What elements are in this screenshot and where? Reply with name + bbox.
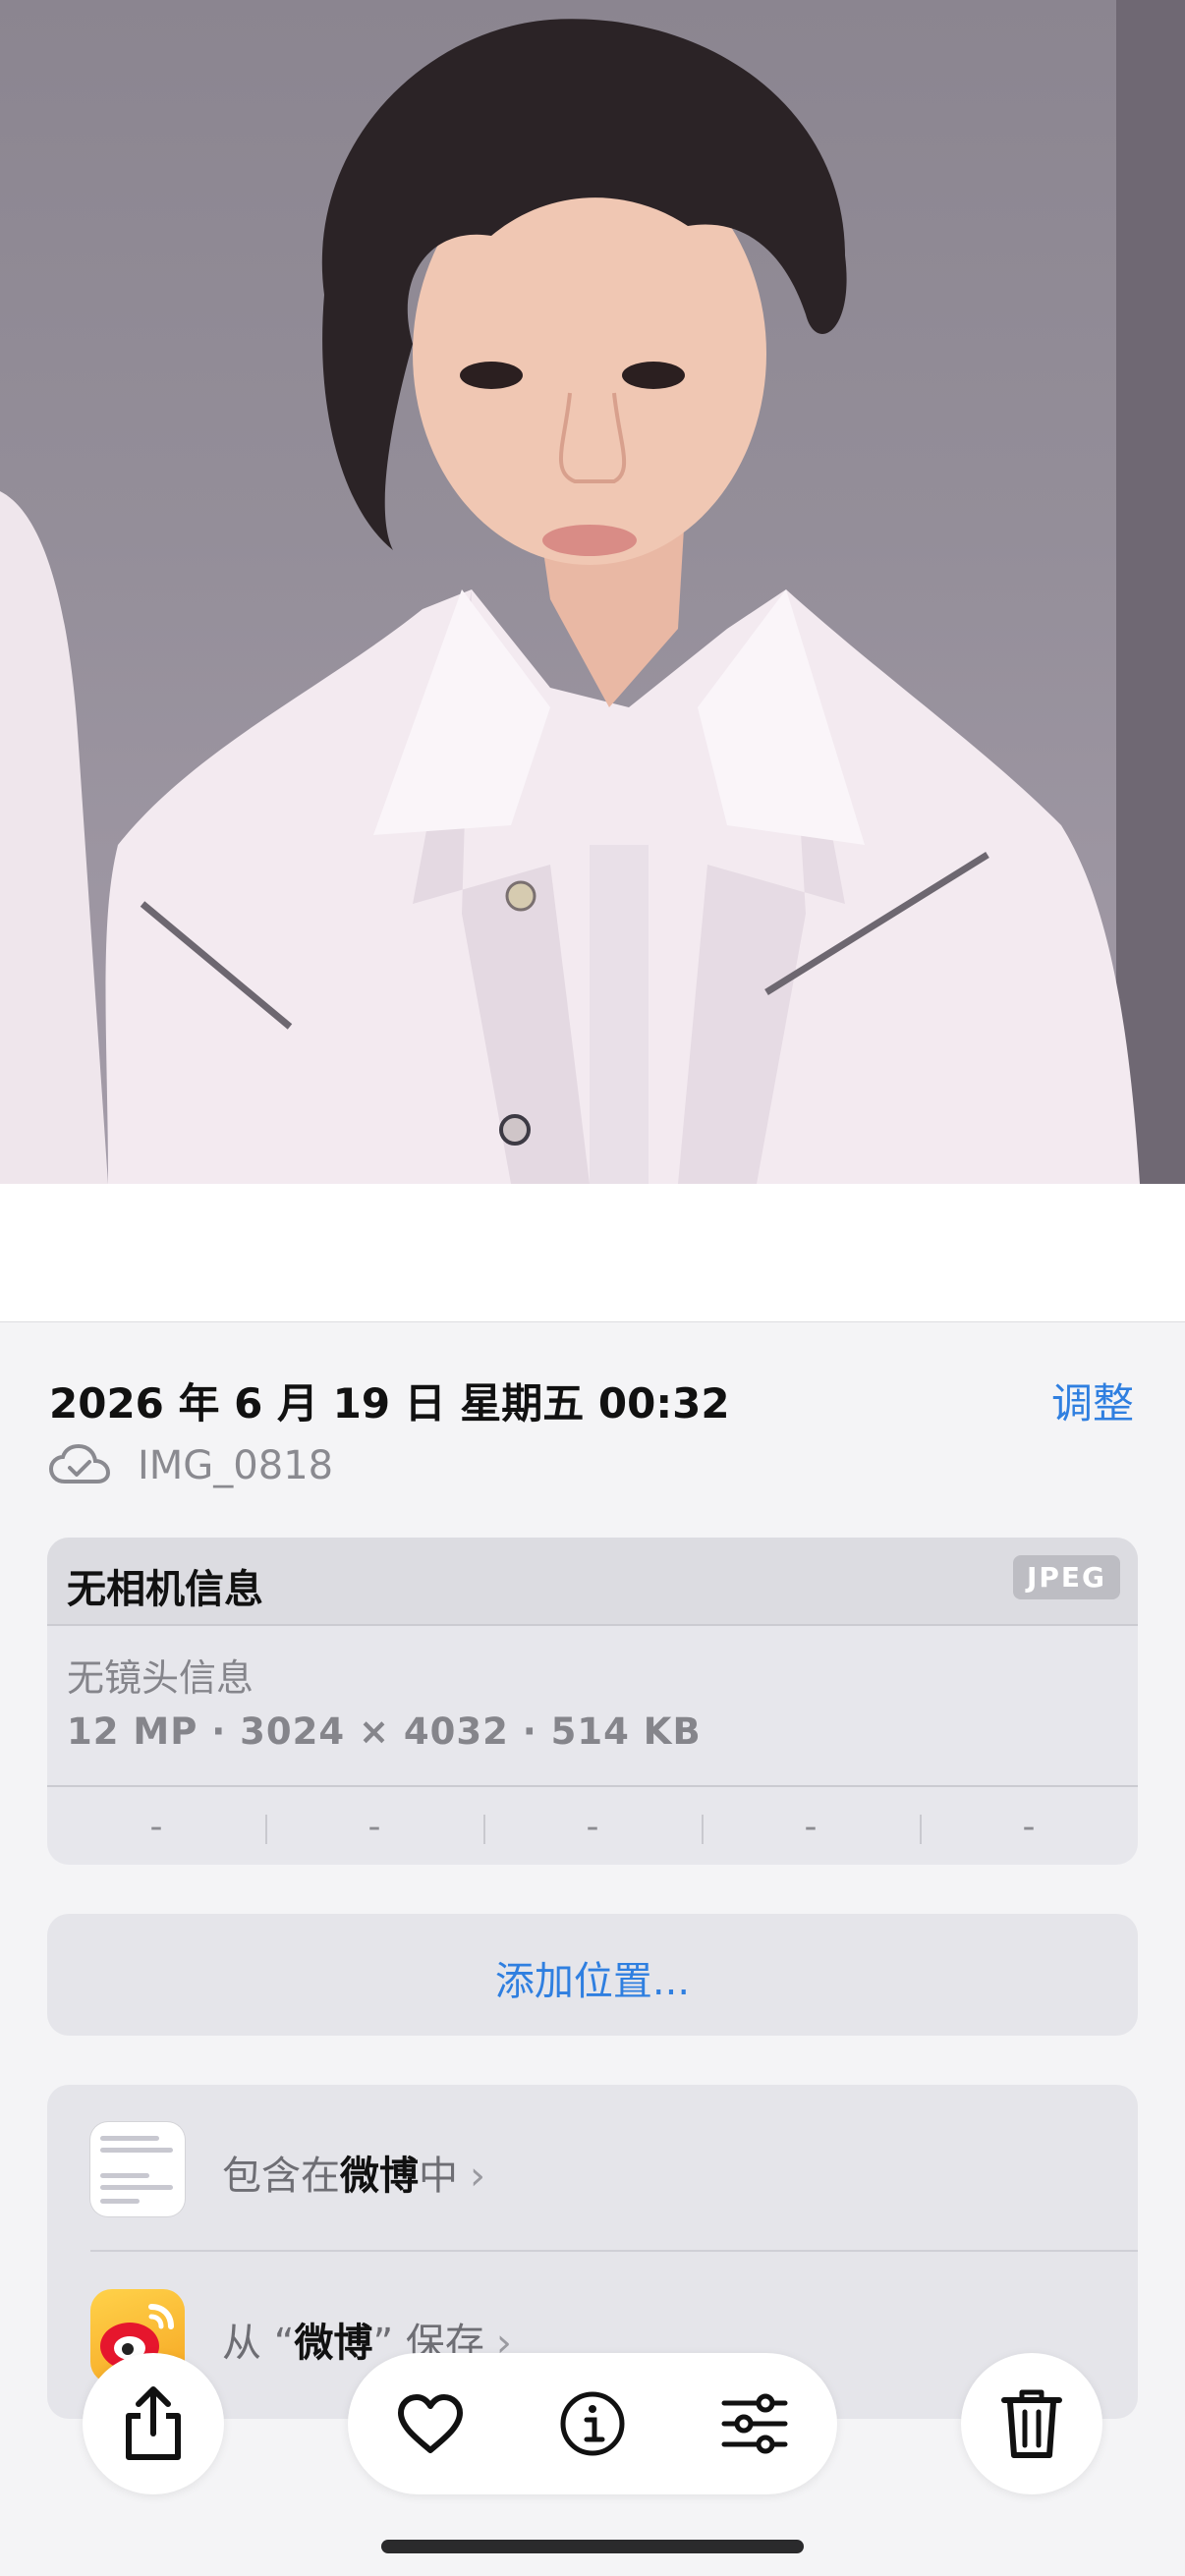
- exif-iso: -: [149, 1807, 163, 1847]
- favorite-button[interactable]: [395, 2388, 466, 2459]
- add-location-label: 添加位置...: [494, 1959, 691, 2004]
- exif-shutter: -: [920, 1807, 1138, 1847]
- exif-focal-length: -: [265, 1807, 483, 1847]
- file-row: IMG_0818: [49, 1436, 333, 1495]
- add-location-button[interactable]: 添加位置...: [47, 1914, 1138, 2036]
- camera-title: 无相机信息: [67, 1567, 263, 1612]
- info-button[interactable]: [557, 2388, 628, 2459]
- info-icon: [560, 2391, 625, 2456]
- portrait-photo: [0, 19, 1140, 1184]
- exif-ev: -: [483, 1807, 702, 1847]
- photo-viewer[interactable]: [0, 0, 1185, 1184]
- caption-area[interactable]: [0, 1184, 1185, 1322]
- chevron-right-icon: ›: [470, 2154, 485, 2199]
- photo-date: 2026 年 6 月 19 日 星期五 00:32: [49, 1379, 730, 1428]
- camera-info-card: 无相机信息 JPEG 无镜头信息 12 MP · 3024 × 4032 · 5…: [47, 1538, 1138, 1865]
- image-specs: 12 MP · 3024 × 4032 · 514 KB: [67, 1710, 702, 1753]
- delete-button[interactable]: [961, 2353, 1102, 2494]
- lens-info: 无镜头信息: [67, 1656, 254, 1700]
- adjust-date-button[interactable]: 调整: [1051, 1371, 1134, 1430]
- share-icon: [126, 2386, 181, 2460]
- adjust-icon: [721, 2393, 788, 2454]
- exif-aperture: -: [702, 1807, 920, 1847]
- camera-info-header: 无相机信息 JPEG: [47, 1538, 1138, 1626]
- home-indicator[interactable]: [381, 2540, 804, 2553]
- trash-icon: [1001, 2389, 1062, 2458]
- share-button[interactable]: [83, 2353, 224, 2494]
- format-badge: JPEG: [1012, 1555, 1120, 1599]
- cloud-check-icon: [49, 1444, 110, 1484]
- weibo-post-thumbnail: [90, 2122, 185, 2216]
- bottom-toolbar: [0, 2353, 1185, 2494]
- file-name: IMG_0818: [138, 1443, 334, 1488]
- edit-button[interactable]: [719, 2388, 790, 2459]
- included-in-weibo-row[interactable]: 包含在微博中 ›: [47, 2085, 1138, 2250]
- heart-icon: [398, 2394, 463, 2453]
- action-pill: [348, 2353, 837, 2494]
- exif-row: - - - - -: [47, 1785, 1138, 1865]
- included-in-label: 包含在微博中 ›: [222, 2154, 485, 2199]
